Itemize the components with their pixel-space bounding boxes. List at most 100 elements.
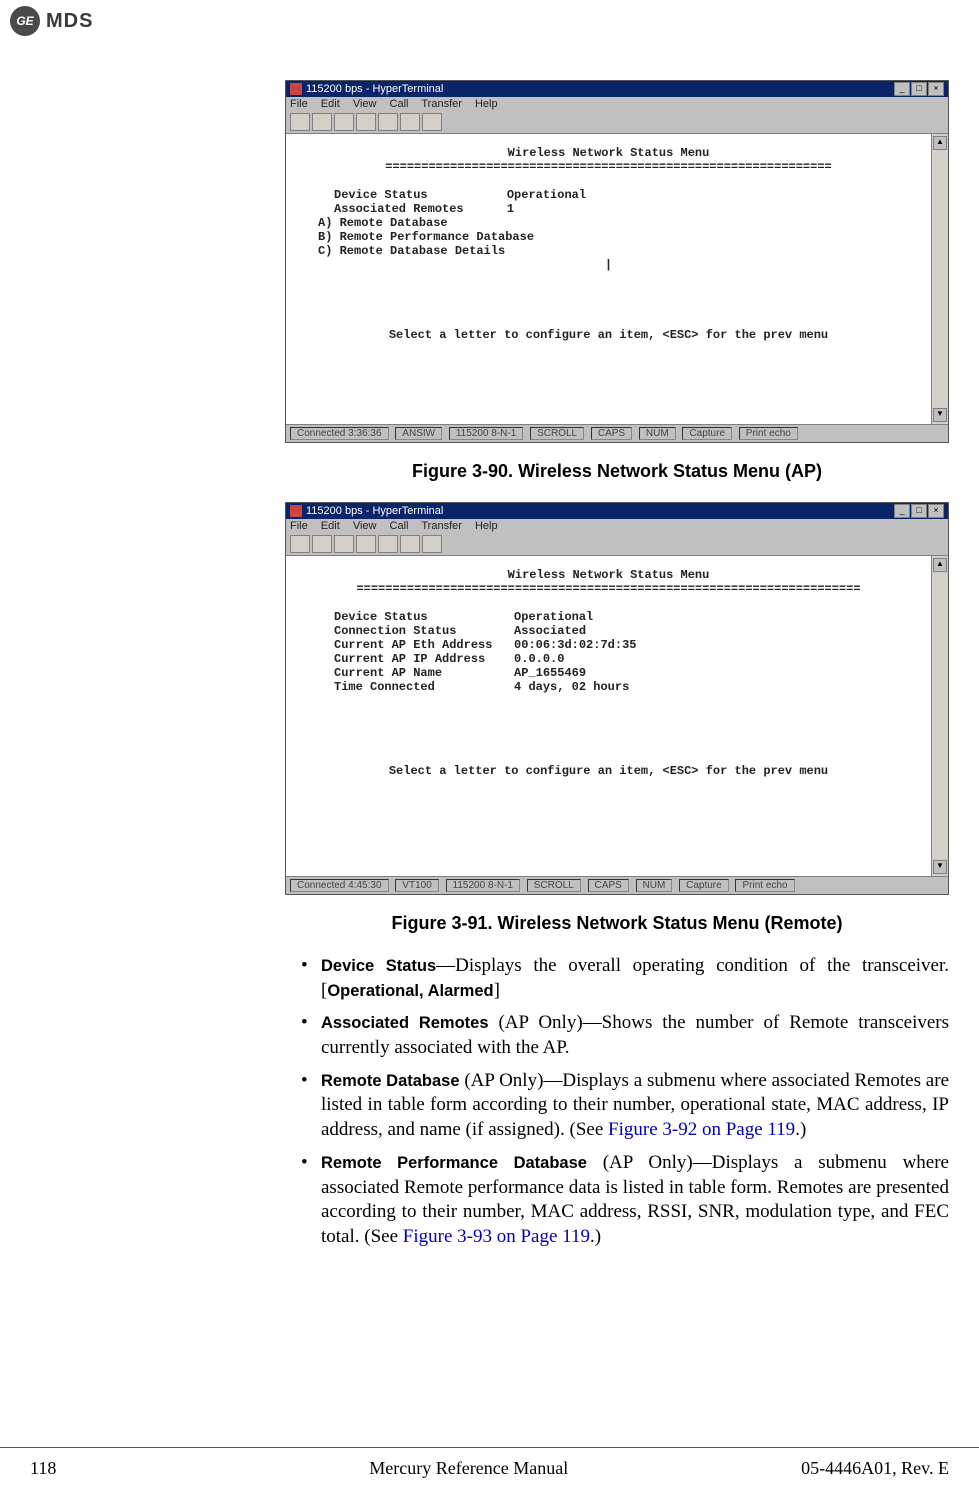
toolbar-button	[334, 113, 354, 131]
menu-edit: Edit	[321, 98, 340, 110]
status-cell: SCROLL	[530, 427, 584, 440]
status-cell: NUM	[639, 427, 676, 440]
toolbar-button	[378, 535, 398, 553]
toolbar-button	[422, 113, 442, 131]
terminal-window-ap: 115200 bps - HyperTerminal _ □ × File Ed…	[285, 80, 949, 443]
maximize-icon: □	[911, 504, 927, 518]
scroll-up-icon: ▲	[933, 136, 947, 150]
status-row: Current AP Eth Address 00:06:3d:02:7d:35	[294, 638, 923, 652]
value: 4 days, 02 hours	[514, 680, 629, 694]
menu-call: Call	[390, 98, 409, 110]
bullet-list: Device Status—Displays the overall opera…	[285, 954, 949, 1250]
menu-file: File	[290, 520, 308, 532]
menu-edit: Edit	[321, 520, 340, 532]
param-label: Associated Remotes	[321, 1014, 489, 1032]
window-controls: _ □ ×	[894, 504, 944, 518]
toolbar-button	[334, 535, 354, 553]
scrollbar: ▲ ▼	[931, 556, 948, 876]
toolbar-button	[400, 113, 420, 131]
status-row: Associated Remotes 1	[294, 202, 923, 216]
menu-help: Help	[475, 520, 498, 532]
scroll-down-icon: ▼	[933, 860, 947, 874]
scrollbar: ▲ ▼	[931, 134, 948, 424]
value: 0.0.0.0	[514, 652, 564, 666]
status-cell: ANSIW	[395, 427, 442, 440]
status-cell: CAPS	[591, 427, 632, 440]
toolbar-button	[312, 535, 332, 553]
cross-reference[interactable]: Figure 3-92 on Page 119	[608, 1119, 795, 1140]
app-icon	[290, 505, 302, 517]
label: Device Status	[334, 610, 428, 624]
header-logo: GE MDS	[10, 6, 93, 36]
menu-call: Call	[390, 520, 409, 532]
terminal-body: Wireless Network Status Menu ===========…	[286, 134, 931, 424]
terminal-body: Wireless Network Status Menu ===========…	[286, 556, 931, 876]
toolbar-button	[356, 535, 376, 553]
minimize-icon: _	[894, 504, 910, 518]
status-cell: Connected 4:45:30	[290, 879, 389, 892]
divider: ========================================…	[294, 160, 923, 174]
label: Device Status	[334, 188, 428, 202]
status-cell: Capture	[679, 879, 729, 892]
toolbar-button	[400, 535, 420, 553]
app-icon	[290, 83, 302, 95]
terminal-toolbar	[286, 533, 948, 556]
text: ]	[494, 980, 500, 1001]
figure-caption-2: Figure 3-91. Wireless Network Status Men…	[285, 913, 949, 934]
menu-item: A) Remote Database	[294, 216, 923, 230]
label: Associated Remotes	[334, 202, 464, 216]
status-row: Current AP Name AP_1655469	[294, 666, 923, 680]
text: .)	[795, 1119, 806, 1140]
terminal-titlebar: 115200 bps - HyperTerminal _ □ ×	[286, 503, 948, 519]
status-cell: NUM	[636, 879, 673, 892]
bullet-item: Remote Performance Database (AP Only)—Di…	[321, 1151, 949, 1250]
cross-reference[interactable]: Figure 3-93 on Page 119	[403, 1226, 590, 1247]
label: Current AP IP Address	[334, 652, 485, 666]
maximize-icon: □	[911, 82, 927, 96]
scroll-up-icon: ▲	[933, 558, 947, 572]
status-cell: 115200 8-N-1	[449, 427, 523, 440]
window-controls: _ □ ×	[894, 82, 944, 96]
screen-prompt: Select a letter to configure an item, <E…	[294, 764, 923, 778]
toolbar-button	[290, 113, 310, 131]
close-icon: ×	[928, 82, 944, 96]
value: Operational	[507, 188, 586, 202]
value: 1	[507, 202, 514, 216]
label: Current AP Eth Address	[334, 638, 492, 652]
footer-title: Mercury Reference Manual	[56, 1458, 801, 1479]
terminal-menubar: File Edit View Call Transfer Help	[286, 97, 948, 111]
label: Current AP Name	[334, 666, 442, 680]
param-values: Operational, Alarmed	[327, 982, 493, 1000]
status-row: Connection Status Associated	[294, 624, 923, 638]
param-label: Remote Database	[321, 1072, 460, 1090]
ge-logo-icon: GE	[10, 6, 40, 36]
menu-transfer: Transfer	[421, 520, 462, 532]
page-number: 118	[30, 1458, 56, 1479]
toolbar-button	[422, 535, 442, 553]
cursor: |	[294, 258, 923, 272]
text: .)	[590, 1226, 601, 1247]
figure-caption-1: Figure 3-90. Wireless Network Status Men…	[285, 461, 949, 482]
menu-transfer: Transfer	[421, 98, 462, 110]
status-cell: CAPS	[588, 879, 629, 892]
menu-item: B) Remote Performance Database	[294, 230, 923, 244]
bullet-item: Remote Database (AP Only)—Displays a sub…	[321, 1069, 949, 1143]
status-cell: 115200 8-N-1	[446, 879, 520, 892]
menu-view: View	[353, 98, 377, 110]
toolbar-button	[312, 113, 332, 131]
param-label: Remote Performance Database	[321, 1154, 587, 1172]
status-cell: SCROLL	[527, 879, 581, 892]
status-cell: Print echo	[739, 427, 798, 440]
page-footer: 118 Mercury Reference Manual 05-4446A01,…	[0, 1447, 979, 1479]
menu-item: C) Remote Database Details	[294, 244, 923, 258]
terminal-menubar: File Edit View Call Transfer Help	[286, 519, 948, 533]
screen-prompt: Select a letter to configure an item, <E…	[294, 328, 923, 342]
value: 00:06:3d:02:7d:35	[514, 638, 636, 652]
status-cell: Connected 3:36:36	[290, 427, 389, 440]
terminal-window-remote: 115200 bps - HyperTerminal _ □ × File Ed…	[285, 502, 949, 895]
status-row: Device Status Operational	[294, 188, 923, 202]
minimize-icon: _	[894, 82, 910, 96]
status-cell: VT100	[395, 879, 438, 892]
status-row: Current AP IP Address 0.0.0.0	[294, 652, 923, 666]
ge-logo-text: GE	[16, 14, 33, 28]
